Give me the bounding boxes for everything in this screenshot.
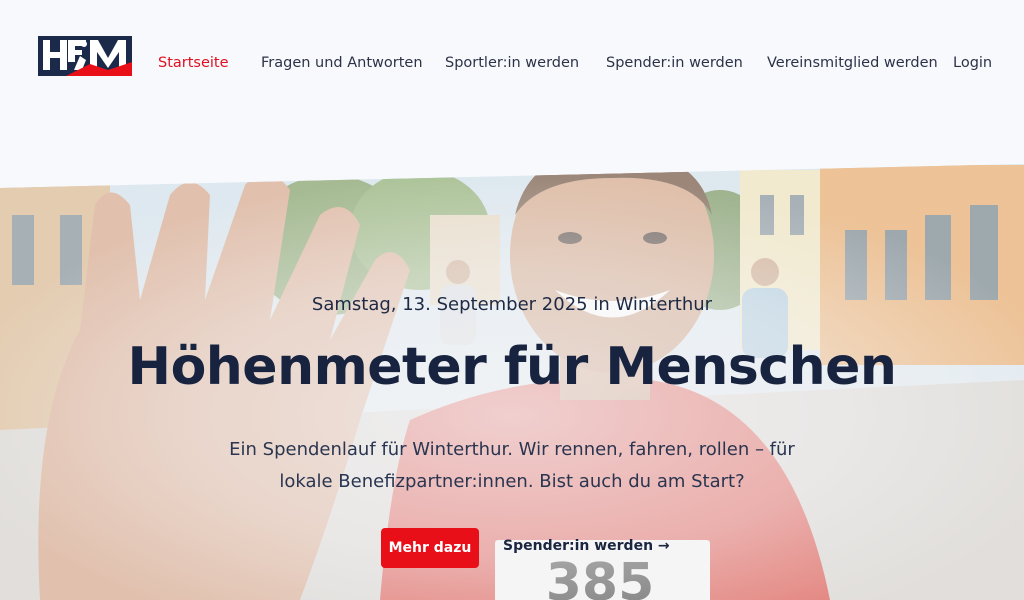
hero-title: Höhenmeter für Menschen bbox=[127, 337, 897, 397]
page: 385 bbox=[0, 0, 1024, 600]
hero-lead: Ein Spendenlauf für Winterthur. Wir renn… bbox=[229, 439, 795, 492]
nav-startseite[interactable]: Startseite bbox=[158, 55, 229, 71]
site-header: Startseite Fragen und Antworten Sportler… bbox=[0, 0, 1024, 130]
spender-werden-link[interactable]: Spender:in werden → bbox=[503, 538, 670, 554]
main-nav: Startseite Fragen und Antworten Sportler… bbox=[0, 55, 1024, 75]
event-date: Samstag, 13. September 2025 in Winterthu… bbox=[311, 294, 713, 315]
nav-login[interactable]: Login bbox=[953, 55, 992, 71]
nav-spender-werden[interactable]: Spender:in werden bbox=[606, 55, 743, 71]
mehr-dazu-button[interactable]: Mehr dazu bbox=[381, 528, 479, 568]
nav-vereinsmitglied-werden[interactable]: Vereinsmitglied werden bbox=[767, 55, 938, 71]
nav-fragen-und-antworten[interactable]: Fragen und Antworten bbox=[261, 55, 423, 71]
nav-sportler-werden[interactable]: Sportler:in werden bbox=[445, 55, 579, 71]
